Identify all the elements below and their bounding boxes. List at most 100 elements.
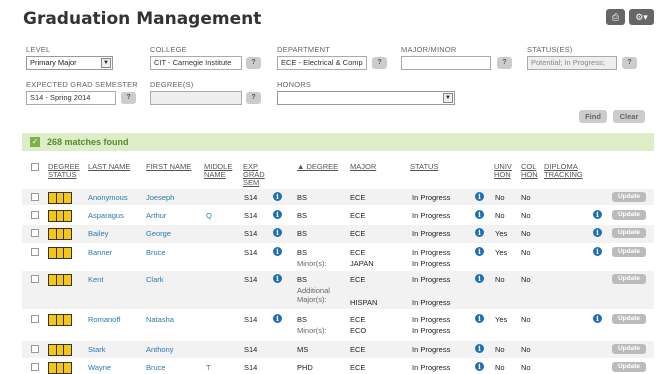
major-sub-value: ECO: [350, 326, 367, 335]
status-help-button[interactable]: ?: [622, 57, 637, 69]
update-button[interactable]: Update: [612, 210, 646, 220]
info-icon[interactable]: i: [273, 192, 282, 201]
last-name-link[interactable]: Kent: [88, 275, 103, 284]
update-button[interactable]: Update: [612, 362, 646, 372]
last-name-link[interactable]: Romanoff: [88, 315, 120, 324]
first-name-link[interactable]: Bruce: [146, 363, 166, 372]
degree-status-indicator: [48, 192, 72, 204]
info-icon[interactable]: i: [475, 192, 484, 201]
last-name-link[interactable]: Banner: [88, 248, 112, 257]
first-name-link[interactable]: Natasha: [146, 315, 174, 324]
info-icon[interactable]: i: [593, 247, 602, 256]
row-checkbox[interactable]: [31, 229, 39, 237]
update-button[interactable]: Update: [612, 228, 646, 238]
header-univ-hon[interactable]: UNIV HON: [494, 163, 512, 179]
header-exp-grad-sem[interactable]: EXP GRAD SEM: [243, 163, 265, 187]
row-checkbox[interactable]: [31, 315, 39, 323]
exp-grad-sem: S14: [244, 211, 258, 220]
update-button[interactable]: Update: [612, 274, 646, 284]
table-row: Anonymous Joeseph S14 i BS ECE In Progress i No N…: [22, 189, 654, 205]
row-checkbox[interactable]: [31, 275, 39, 283]
update-button[interactable]: Update: [612, 314, 646, 324]
degrees-help-button[interactable]: ?: [246, 92, 261, 104]
row-checkbox[interactable]: [31, 345, 39, 353]
header-first-name[interactable]: FIRST NAME: [146, 163, 191, 171]
update-button[interactable]: Update: [612, 192, 646, 202]
row-checkbox[interactable]: [31, 211, 39, 219]
level-select[interactable]: Primary Major ▼: [26, 56, 113, 70]
honors-select[interactable]: ▼: [277, 91, 455, 105]
first-name-link[interactable]: Anthony: [146, 345, 174, 354]
exp-grad-sem: S14: [244, 345, 258, 354]
info-icon[interactable]: i: [273, 210, 282, 219]
settings-menu-button[interactable]: ⚙▾: [629, 9, 654, 25]
header-status[interactable]: STATUS: [410, 163, 438, 171]
univ-hon-value: Yes: [495, 248, 508, 257]
last-name-link[interactable]: Anonymous: [88, 193, 128, 202]
row-checkbox[interactable]: [31, 363, 39, 371]
col-hon-value: No: [521, 363, 531, 372]
univ-hon-value: No: [495, 345, 505, 354]
last-name-link[interactable]: Bailey: [88, 229, 108, 238]
degree-value: BS: [297, 211, 308, 220]
info-icon[interactable]: i: [475, 228, 484, 237]
first-name-link[interactable]: Clark: [146, 275, 164, 284]
header-degree[interactable]: ▲ DEGREE: [297, 163, 338, 171]
department-help-button[interactable]: ?: [372, 57, 387, 69]
header-last-name[interactable]: LAST NAME: [88, 163, 130, 171]
status-sub-value: In Progress: [412, 259, 451, 268]
info-icon[interactable]: i: [273, 314, 282, 323]
info-icon[interactable]: i: [273, 228, 282, 237]
update-button[interactable]: Update: [612, 344, 646, 354]
major-minor-field[interactable]: [401, 56, 491, 70]
col-hon-value: No: [521, 315, 531, 324]
info-icon[interactable]: i: [475, 344, 484, 353]
exp-grad-sem: S14: [244, 248, 258, 257]
header-diploma-tracking[interactable]: DIPLOMA TRACKING: [544, 163, 583, 179]
status-field[interactable]: Potential; In Progress;: [527, 56, 617, 70]
degree-sub-label: Additional Major(s):: [297, 286, 330, 304]
clear-button[interactable]: Clear: [613, 110, 645, 123]
col-hon-value: No: [521, 345, 531, 354]
find-button[interactable]: Find: [579, 110, 607, 123]
first-name-link[interactable]: Arthur: [146, 211, 166, 220]
header-col-hon[interactable]: COL HON: [521, 163, 538, 179]
row-checkbox[interactable]: [31, 193, 39, 201]
egs-field[interactable]: S14 - Spring 2014: [26, 91, 116, 105]
degrees-field[interactable]: [150, 91, 242, 105]
info-icon[interactable]: i: [593, 210, 602, 219]
department-field[interactable]: ECE - Electrical & Comp: [277, 56, 367, 70]
major-sub-value: JAPAN: [350, 259, 374, 268]
print-button[interactable]: ⎙: [606, 9, 625, 25]
univ-hon-value: Yes: [495, 229, 508, 238]
header-middle-name[interactable]: MIDDLE NAME: [204, 163, 232, 179]
col-hon-value: No: [521, 248, 531, 257]
first-name-link[interactable]: Joeseph: [146, 193, 174, 202]
first-name-link[interactable]: George: [146, 229, 171, 238]
last-name-link[interactable]: Stark: [88, 345, 106, 354]
last-name-link[interactable]: Wayne: [88, 363, 111, 372]
info-icon[interactable]: i: [475, 274, 484, 283]
college-field[interactable]: CIT - Carnegie Institute: [150, 56, 242, 70]
header-degree-status[interactable]: DEGREE STATUS: [48, 163, 80, 179]
college-help-button[interactable]: ?: [246, 57, 261, 69]
status-value: In Progress: [412, 315, 451, 324]
info-icon[interactable]: i: [593, 314, 602, 323]
update-button[interactable]: Update: [612, 247, 646, 257]
header-major[interactable]: MAJOR: [350, 163, 376, 171]
info-icon[interactable]: i: [273, 274, 282, 283]
select-all-checkbox[interactable]: [31, 163, 39, 171]
info-icon[interactable]: i: [475, 314, 484, 323]
college-label: COLLEGE: [150, 45, 187, 54]
major-minor-help-button[interactable]: ?: [497, 57, 512, 69]
row-checkbox[interactable]: [31, 248, 39, 256]
info-icon[interactable]: i: [475, 210, 484, 219]
last-name-link[interactable]: Asparagus: [88, 211, 124, 220]
status-value: In Progress: [412, 363, 451, 372]
first-name-link[interactable]: Bruce: [146, 248, 166, 257]
info-icon[interactable]: i: [475, 247, 484, 256]
egs-help-button[interactable]: ?: [121, 92, 136, 104]
info-icon[interactable]: i: [475, 362, 484, 371]
info-icon[interactable]: i: [273, 247, 282, 256]
info-icon[interactable]: i: [593, 228, 602, 237]
